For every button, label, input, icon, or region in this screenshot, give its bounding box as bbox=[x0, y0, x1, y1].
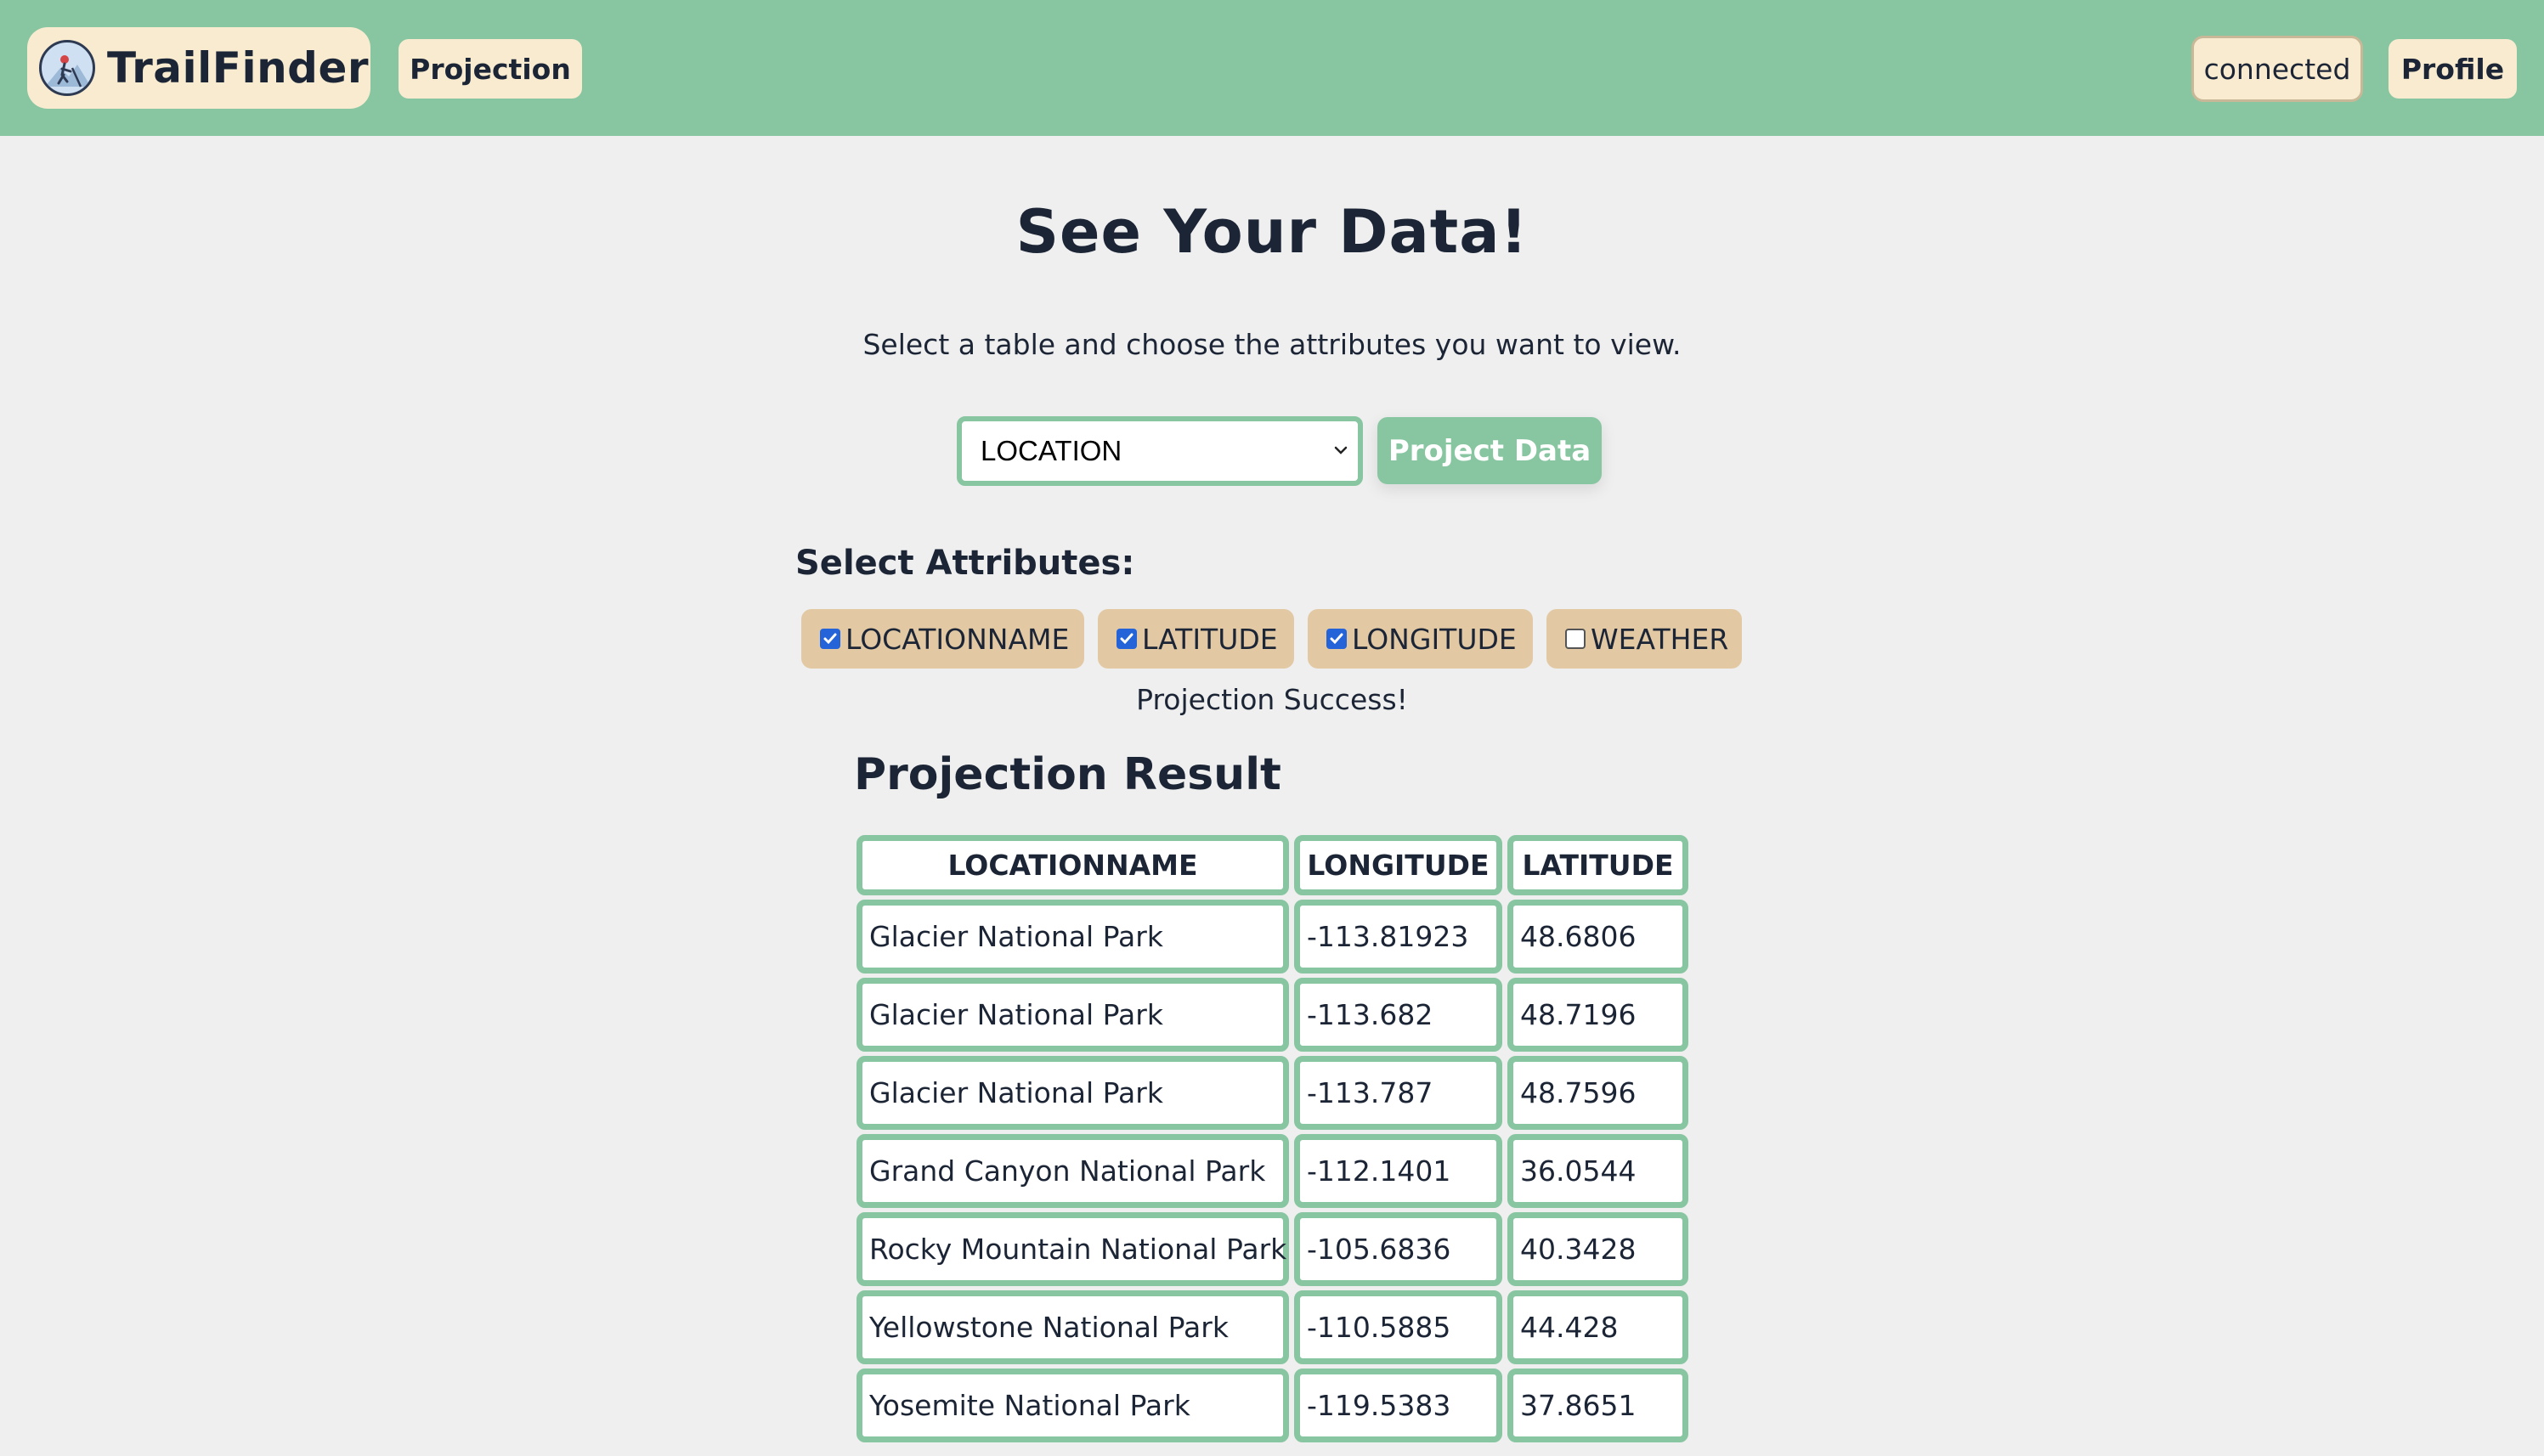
hiker-logo-icon bbox=[39, 40, 95, 96]
attribute-label-locationname: LOCATIONNAME bbox=[845, 622, 1070, 656]
table-cell-latitude: 40.3428 bbox=[1507, 1212, 1688, 1286]
table-select-value: LOCATION bbox=[981, 435, 1122, 466]
page-subtitle: Select a table and choose the attributes… bbox=[862, 328, 1682, 361]
table-cell-latitude: 44.428 bbox=[1507, 1290, 1688, 1364]
table-cell-longitude: -110.5885 bbox=[1294, 1290, 1502, 1364]
attribute-chip-locationname[interactable]: LOCATIONNAME bbox=[801, 609, 1084, 669]
column-header-locationname: LOCATIONNAME bbox=[856, 835, 1289, 895]
attribute-chip-weather[interactable]: WEATHER bbox=[1546, 609, 1742, 669]
table-cell-locationname: Grand Canyon National Park bbox=[856, 1134, 1289, 1208]
page-title: See Your Data! bbox=[1015, 197, 1529, 267]
project-data-button[interactable]: Project Data bbox=[1377, 417, 1602, 484]
nav-projection-link[interactable]: Projection bbox=[399, 39, 582, 99]
table-cell-locationname: Glacier National Park bbox=[856, 978, 1289, 1052]
table-select[interactable]: LOCATION bbox=[957, 416, 1363, 486]
brand-home-link[interactable]: TrailFinder bbox=[27, 27, 370, 109]
checkmark-icon bbox=[823, 633, 837, 645]
connection-status-badge: connected bbox=[2191, 36, 2363, 102]
chevron-down-icon bbox=[1334, 446, 1348, 454]
table-cell-locationname: Yellowstone National Park bbox=[856, 1290, 1289, 1364]
attribute-label-weather: WEATHER bbox=[1591, 622, 1729, 656]
status-message: Projection Success! bbox=[1136, 683, 1408, 716]
table-cell-longitude: -119.5383 bbox=[1294, 1369, 1502, 1442]
table-cell-latitude: 48.7196 bbox=[1507, 978, 1688, 1052]
nav-profile-link[interactable]: Profile bbox=[2389, 39, 2517, 99]
table-cell-latitude: 48.7596 bbox=[1507, 1056, 1688, 1130]
table-cell-locationname: Glacier National Park bbox=[856, 1056, 1289, 1130]
attribute-label-longitude: LONGITUDE bbox=[1352, 622, 1517, 656]
table-cell-longitude: -113.682 bbox=[1294, 978, 1502, 1052]
result-title: Projection Result bbox=[854, 749, 1281, 800]
checkbox-latitude[interactable] bbox=[1117, 629, 1137, 649]
checkmark-icon bbox=[1120, 633, 1133, 645]
checkbox-weather[interactable] bbox=[1565, 629, 1586, 649]
table-cell-longitude: -113.787 bbox=[1294, 1056, 1502, 1130]
attribute-chip-longitude[interactable]: LONGITUDE bbox=[1308, 609, 1533, 669]
table-cell-longitude: -112.1401 bbox=[1294, 1134, 1502, 1208]
attribute-chip-latitude[interactable]: LATITUDE bbox=[1098, 609, 1294, 669]
table-cell-latitude: 37.8651 bbox=[1507, 1369, 1688, 1442]
brand-name: TrailFinder bbox=[107, 43, 370, 93]
column-header-latitude: LATITUDE bbox=[1507, 835, 1688, 895]
attributes-heading: Select Attributes: bbox=[795, 544, 1135, 583]
checkbox-locationname[interactable] bbox=[820, 629, 840, 649]
table-cell-locationname: Rocky Mountain National Park bbox=[856, 1212, 1289, 1286]
table-cell-latitude: 48.6806 bbox=[1507, 900, 1688, 973]
top-navbar: TrailFinder Projection connected Profile bbox=[0, 0, 2544, 136]
table-cell-longitude: -113.81923 bbox=[1294, 900, 1502, 973]
table-cell-latitude: 36.0544 bbox=[1507, 1134, 1688, 1208]
checkmark-icon bbox=[1330, 633, 1343, 645]
attribute-label-latitude: LATITUDE bbox=[1142, 622, 1278, 656]
column-header-longitude: LONGITUDE bbox=[1294, 835, 1502, 895]
table-cell-longitude: -105.6836 bbox=[1294, 1212, 1502, 1286]
checkbox-longitude[interactable] bbox=[1326, 629, 1347, 649]
table-cell-locationname: Glacier National Park bbox=[856, 900, 1289, 973]
table-cell-locationname: Yosemite National Park bbox=[856, 1369, 1289, 1442]
